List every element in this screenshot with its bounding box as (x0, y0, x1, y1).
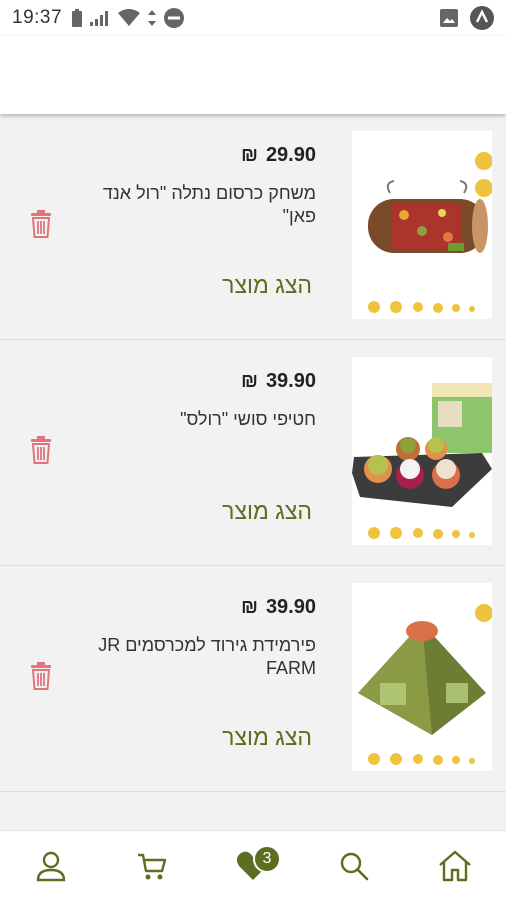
hanging-log-toy-image (368, 152, 492, 313)
app-header (0, 36, 506, 114)
gallery-notification-icon (440, 9, 458, 27)
price: ₪ 29.90 (241, 144, 316, 167)
battery-icon (72, 9, 83, 27)
price-value: 39.90 (265, 370, 316, 392)
hay-pyramid-image (358, 604, 492, 765)
data-arrows-icon (148, 10, 157, 26)
sushi-rolls-tray-image (352, 383, 492, 539)
product-image[interactable] (352, 583, 492, 771)
trash-icon[interactable] (30, 210, 52, 238)
nav-home[interactable] (425, 836, 485, 896)
product-title[interactable]: חטיפי סושי "רולס" (96, 408, 316, 431)
view-product-button[interactable]: הצג מוצר (218, 486, 316, 536)
price-value: 39.90 (265, 596, 316, 618)
trash-icon[interactable] (30, 436, 52, 464)
search-icon (340, 852, 369, 880)
profile-icon (36, 851, 65, 881)
favorites-list[interactable]: ₪ 29.90 משחק כרסום נתלה "רול אנד פאן" הצ… (0, 114, 506, 830)
nav-profile[interactable] (21, 836, 81, 896)
price-value: 29.90 (265, 144, 316, 166)
currency-symbol: ₪ (241, 597, 258, 618)
cart-icon (137, 853, 166, 879)
signal-icon (90, 11, 109, 26)
favorites-count-badge: 3 (252, 844, 281, 873)
status-time: 19:37 (12, 7, 63, 28)
currency-symbol: ₪ (241, 145, 258, 166)
price: ₪ 39.90 (241, 370, 316, 393)
bottom-nav: 3 (0, 830, 506, 900)
do-not-disturb-icon (164, 8, 185, 28)
trash-icon[interactable] (30, 662, 52, 690)
nav-favorites[interactable]: 3 (223, 836, 283, 896)
nav-search[interactable] (324, 836, 384, 896)
currency-symbol: ₪ (241, 371, 258, 392)
list-item: ₪ 29.90 משחק כרסום נתלה "רול אנד פאן" הצ… (0, 114, 506, 340)
product-title[interactable]: פירמידת גירוד למכרסמים JR FARM (96, 634, 316, 680)
product-image[interactable] (352, 131, 492, 319)
view-product-button[interactable]: הצג מוצר (218, 260, 316, 310)
nav-cart[interactable] (122, 836, 182, 896)
product-image[interactable] (352, 357, 492, 545)
home-icon (439, 850, 472, 881)
view-product-button[interactable]: הצג מוצר (218, 712, 316, 762)
list-item: ₪ 39.90 פירמידת גירוד למכרסמים JR FARM ה… (0, 566, 506, 792)
price: ₪ 39.90 (241, 596, 316, 619)
app-notification-icon (470, 6, 494, 30)
status-bar: 19:37 (0, 0, 506, 36)
product-title[interactable]: משחק כרסום נתלה "רול אנד פאן" (96, 182, 316, 228)
wifi-icon (118, 9, 141, 26)
list-item: ₪ 39.90 חטיפי סושי "רולס" הצג מוצר (0, 340, 506, 566)
